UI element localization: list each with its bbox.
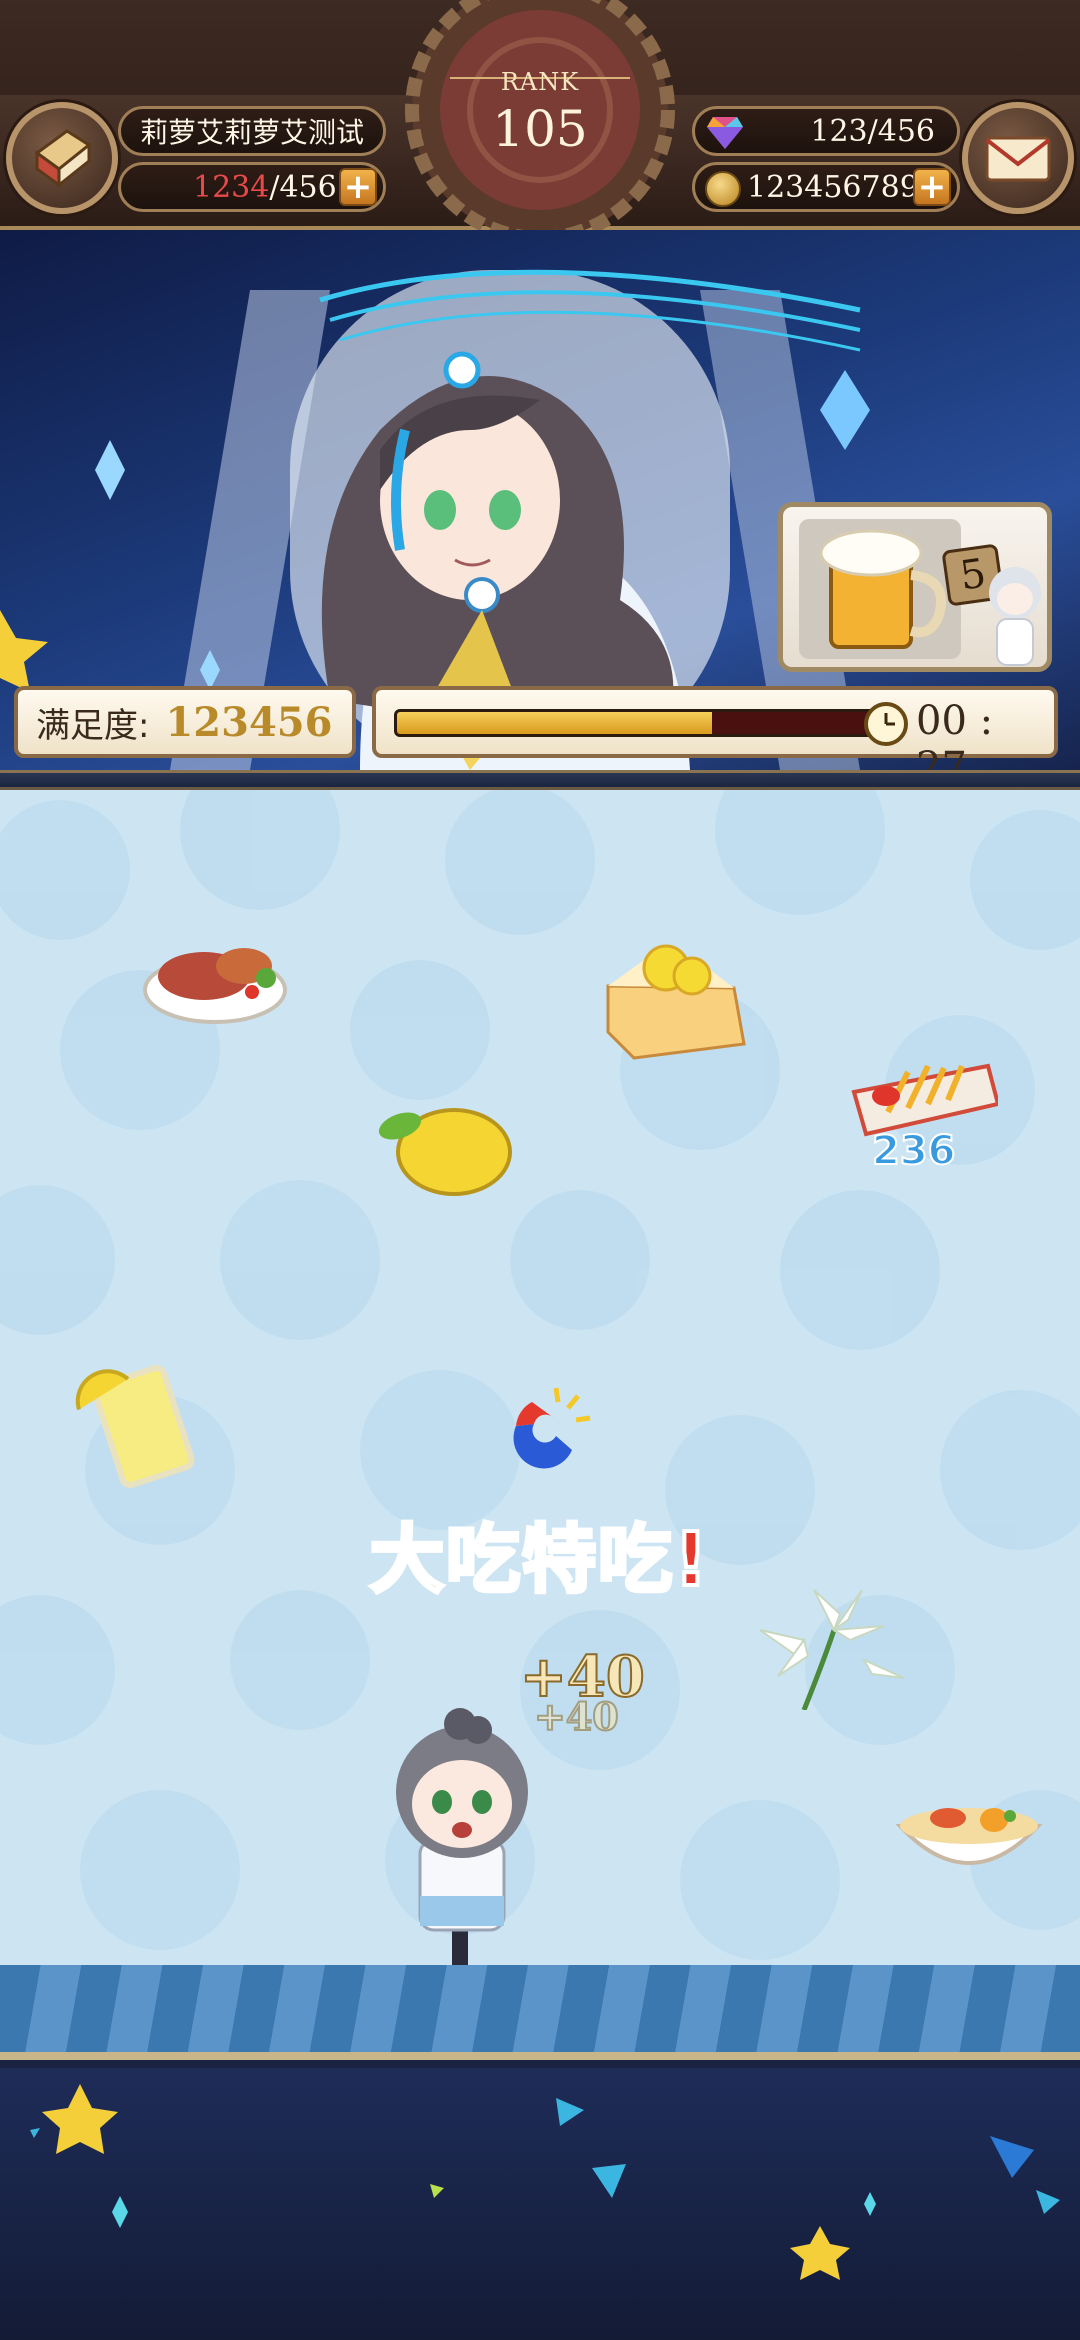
rank-display: RANK 105 [390, 0, 690, 240]
coin-value: 123456789 [747, 169, 919, 205]
rank-label: RANK [500, 68, 580, 96]
player-name-text: 莉萝艾莉萝艾测试 [139, 116, 364, 149]
magnet-icon [513, 1387, 591, 1469]
beer-mug-icon [819, 529, 947, 649]
starry-footer [0, 2068, 1080, 2340]
lemonade-glass-icon[interactable] [66, 1356, 210, 1490]
sparkle-icon [864, 2192, 876, 2216]
mail-button[interactable] [962, 102, 1074, 214]
book-button[interactable] [6, 102, 118, 214]
powerup-text: 大吃特吃! [368, 1515, 710, 1605]
banner-divider [0, 770, 1080, 790]
coin-counter: 123456789 + [692, 162, 960, 212]
rank-value: 105 [492, 100, 588, 158]
gem-value: 123/456 [810, 113, 935, 149]
star-decorations [30, 2084, 1060, 2280]
add-coins-button[interactable]: + [913, 168, 951, 206]
add-stamina-button[interactable]: + [339, 168, 377, 206]
star-icon [42, 2084, 118, 2154]
lily-flower-icon[interactable] [744, 1570, 914, 1710]
mail-icon [985, 136, 1051, 182]
lemon-cake-icon[interactable] [604, 940, 750, 1064]
stamina-max: /456 [269, 169, 337, 205]
order-slot [799, 519, 961, 659]
customer-order-card: 5 [778, 502, 1052, 672]
combo-counter: 236 [871, 1127, 956, 1175]
ramen-bowl-icon[interactable] [894, 1790, 1044, 1890]
steak-plate-icon[interactable] [140, 920, 290, 1030]
satisfaction-label: 满足度: [36, 705, 150, 746]
book-icon [34, 129, 92, 189]
stamina-current: 1234 [193, 169, 270, 205]
player-character [396, 1708, 528, 1997]
timer-bar [394, 709, 884, 737]
coin-icon [705, 171, 741, 207]
sparkle-icon [112, 2196, 128, 2228]
star-icon [790, 2226, 850, 2280]
timer-bar-fill [397, 712, 712, 734]
gem-icon [707, 117, 743, 149]
satisfaction-value: 123456 [165, 698, 333, 746]
stage-floor [0, 1965, 1080, 2060]
lemon-icon[interactable] [370, 1100, 516, 1200]
timer-panel: 00 : 27 [372, 686, 1058, 790]
gem-counter: 123/456 [692, 106, 960, 156]
star-icon [0, 610, 48, 692]
player-name: 莉萝艾莉萝艾测试 [118, 106, 386, 156]
clock-icon [864, 702, 908, 746]
maid-chibi [989, 567, 1041, 666]
score-popup-faded: +40 [533, 1693, 620, 1740]
stamina-counter: 1234/456 + [118, 162, 386, 212]
satisfaction-panel: 满足度: 123456 [14, 686, 356, 758]
